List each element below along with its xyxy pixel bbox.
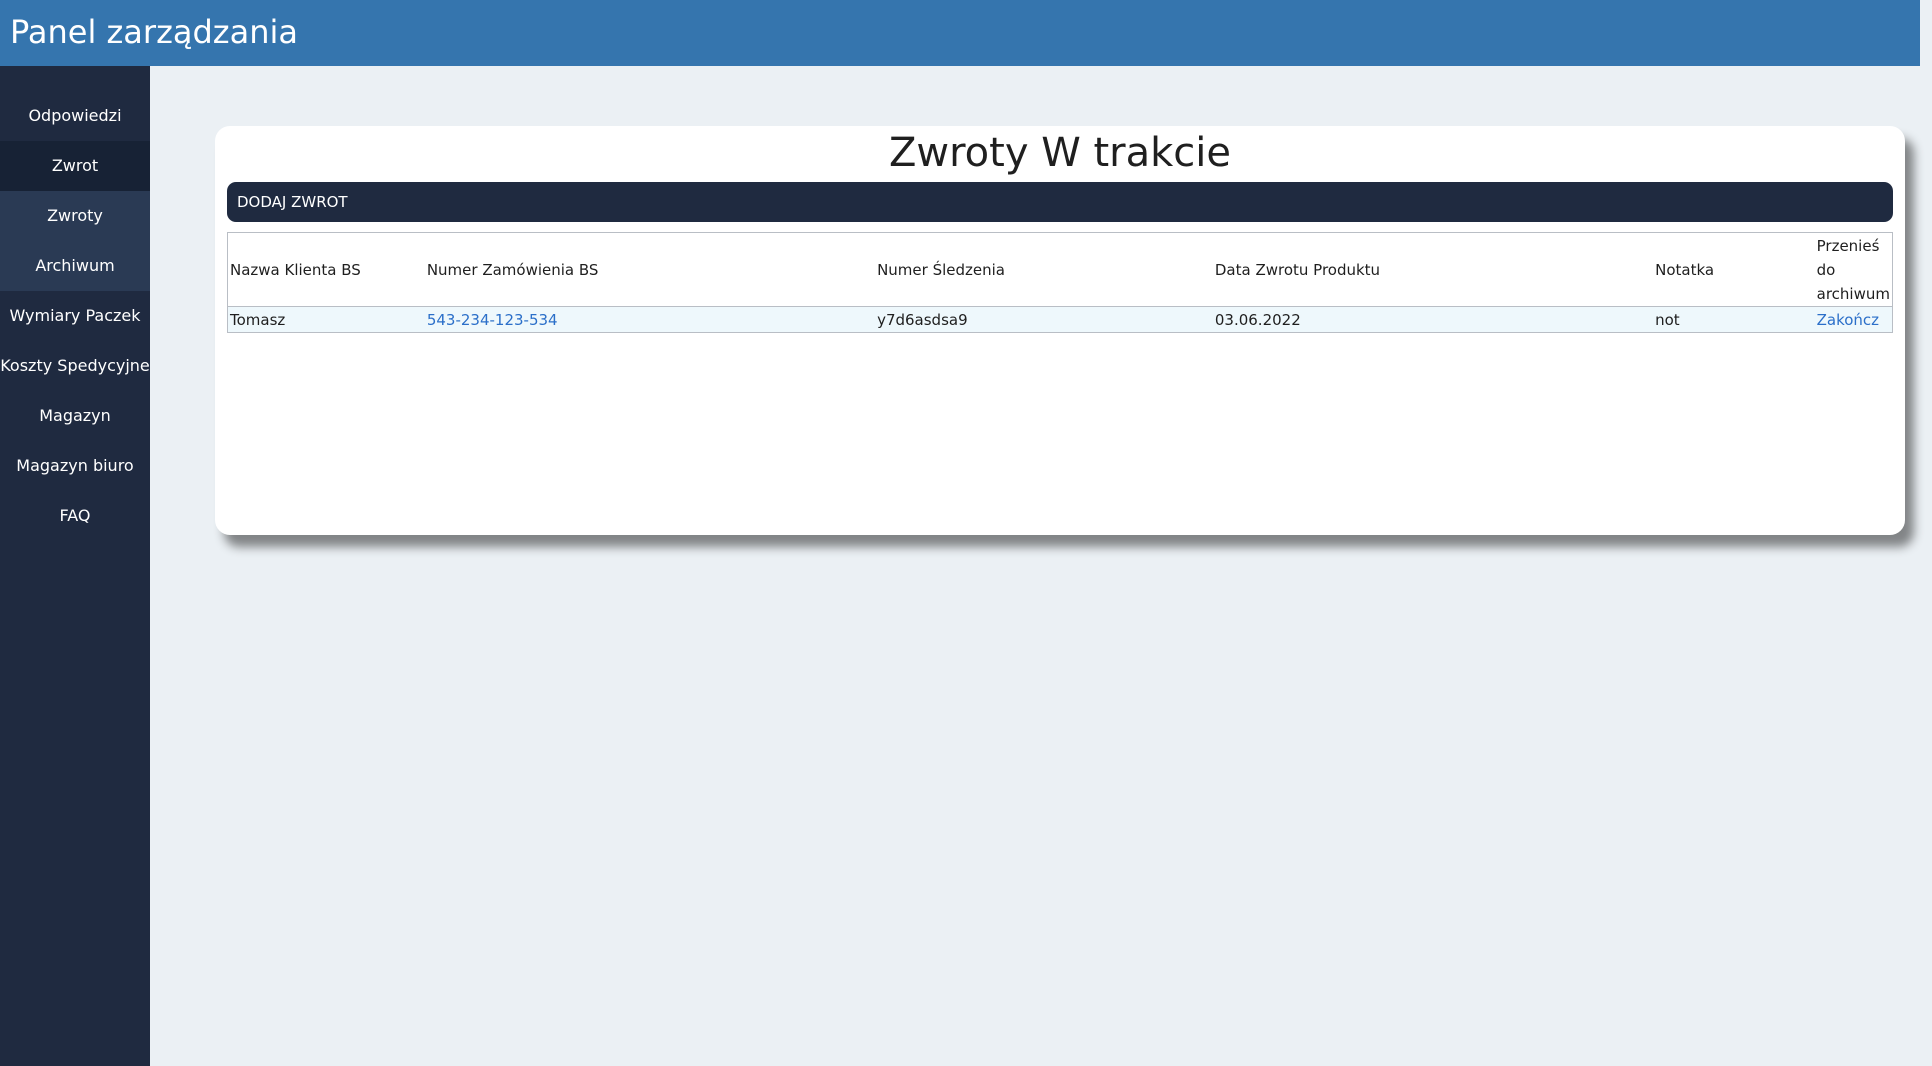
column-header-order: Numer Zamówienia BS xyxy=(424,232,876,307)
column-header-note: Notatka xyxy=(1653,232,1815,307)
page-title: Zwroty W trakcie xyxy=(888,130,1231,176)
cell-note: not xyxy=(1653,306,1815,333)
returns-table: Nazwa Klienta BS Numer Zamówienia BS Num… xyxy=(227,232,1893,333)
sidebar-item-archiwum[interactable]: Archiwum xyxy=(0,241,150,291)
sidebar-item-faq[interactable]: FAQ xyxy=(0,491,150,541)
sidebar-item-zwrot[interactable]: Zwrot xyxy=(0,141,150,191)
add-return-button[interactable]: DODAJ ZWROT xyxy=(227,182,1893,222)
app-header: Panel zarządzania xyxy=(0,0,1920,66)
cell-date: 03.06.2022 xyxy=(1212,306,1654,333)
finish-link[interactable]: Zakończ xyxy=(1817,311,1879,329)
sidebar-item-zwroty[interactable]: Zwroty xyxy=(0,191,150,241)
sidebar-item-magazyn-biuro[interactable]: Magazyn biuro xyxy=(0,441,150,491)
column-header-archive: Przenieś do archiwum xyxy=(1814,232,1893,307)
sidebar-item-odpowiedzi[interactable]: Odpowiedzi xyxy=(0,91,150,141)
cell-client: Tomasz xyxy=(227,306,425,333)
column-header-date: Data Zwrotu Produktu xyxy=(1212,232,1654,307)
sidebar-item-wymiary-paczek[interactable]: Wymiary Paczek xyxy=(0,291,150,341)
sidebar-item-koszty-spedycyjne[interactable]: Koszty Spedycyjne xyxy=(0,341,150,391)
column-header-tracking: Numer Śledzenia xyxy=(875,232,1213,307)
table-header-row: Nazwa Klienta BS Numer Zamówienia BS Num… xyxy=(227,232,1893,307)
cell-action: Zakończ xyxy=(1814,306,1893,333)
table-row: Tomasz 543-234-123-534 y7d6asdsa9 03.06.… xyxy=(227,306,1893,333)
sidebar-item-magazyn[interactable]: Magazyn xyxy=(0,391,150,441)
returns-card: Zwroty W trakcie DODAJ ZWROT Nazwa Klien… xyxy=(215,126,1905,535)
column-header-client: Nazwa Klienta BS xyxy=(227,232,425,307)
cell-tracking: y7d6asdsa9 xyxy=(875,306,1213,333)
order-number-link[interactable]: 543-234-123-534 xyxy=(427,311,558,329)
sidebar: Odpowiedzi Zwrot Zwroty Archiwum Wymiary… xyxy=(0,66,150,1066)
cell-order: 543-234-123-534 xyxy=(424,306,876,333)
app-title: Panel zarządzania xyxy=(10,13,298,51)
